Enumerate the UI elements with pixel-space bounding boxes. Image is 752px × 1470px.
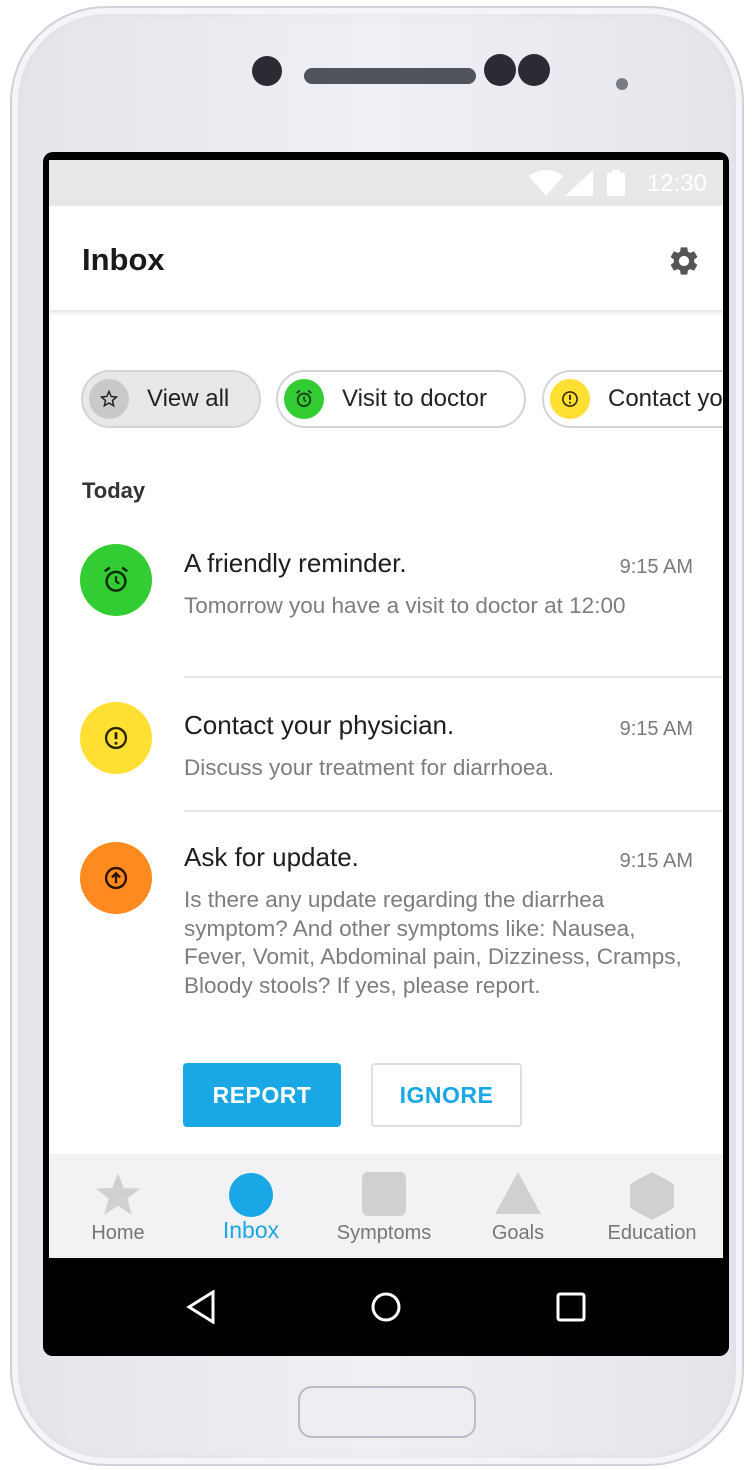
list-item[interactable]: Contact your physician. 9:15 AM Discuss … <box>49 700 723 810</box>
star-icon <box>89 379 129 419</box>
report-button[interactable]: REPORT <box>183 1063 341 1127</box>
message-body: Tomorrow you have a visit to doctor at 1… <box>184 593 626 618</box>
speaker-grille <box>304 68 476 84</box>
chip-visit-to-doctor[interactable]: Visit to doctor <box>276 370 526 428</box>
nav-label: Inbox <box>222 1217 280 1243</box>
message-body: Is there any update regarding the diarrh… <box>184 887 682 998</box>
app-viewport: 12:30 Inbox View all Visit to doctor Con… <box>49 160 723 1258</box>
hexagon-icon <box>630 1172 674 1220</box>
app-bar: Inbox <box>49 206 723 310</box>
back-icon[interactable] <box>185 1290 217 1324</box>
triangle-icon <box>495 1172 541 1214</box>
star-icon <box>96 1173 140 1215</box>
message-title: Ask for update. <box>184 842 359 872</box>
message-time: 9:15 AM <box>619 718 693 740</box>
nav-label: Symptoms <box>336 1222 432 1244</box>
chip-label: View all <box>147 385 230 412</box>
nav-label: Goals <box>491 1222 545 1244</box>
filter-chips: View all Visit to doctor Contact your ph… <box>49 370 723 430</box>
nav-goals[interactable]: Goals <box>451 1154 585 1258</box>
signal-icon <box>565 170 593 196</box>
square-icon <box>362 1172 406 1216</box>
sensor-dot-icon <box>518 54 550 86</box>
recents-icon[interactable] <box>556 1292 586 1322</box>
light-sensor-icon <box>616 78 628 90</box>
bottom-nav: Home Inbox Symptoms Goals Education <box>49 1154 723 1258</box>
nav-inbox[interactable]: Inbox <box>184 1154 318 1258</box>
nav-home[interactable]: Home <box>51 1154 185 1258</box>
nav-label: Education <box>607 1222 697 1244</box>
alarm-clock-icon <box>80 544 152 616</box>
exclamation-icon <box>550 379 590 419</box>
message-time: 9:15 AM <box>619 850 693 872</box>
battery-icon <box>607 170 625 196</box>
wifi-icon <box>529 170 563 196</box>
status-bar: 12:30 <box>49 160 723 206</box>
alarm-clock-icon <box>284 379 324 419</box>
system-nav-bar <box>43 1258 729 1356</box>
nav-symptoms[interactable]: Symptoms <box>317 1154 451 1258</box>
divider <box>184 676 723 678</box>
gear-icon[interactable] <box>667 244 701 278</box>
screen: 12:30 Inbox View all Visit to doctor Con… <box>43 152 729 1356</box>
circle-icon <box>229 1173 273 1217</box>
section-today: Today <box>82 478 146 503</box>
camera-dot-icon <box>252 56 282 86</box>
nav-label: Home <box>91 1222 145 1244</box>
arrow-up-icon <box>80 842 152 914</box>
chip-label: Visit to doctor <box>342 385 487 412</box>
chip-view-all[interactable]: View all <box>81 370 261 428</box>
page-title: Inbox <box>82 242 165 277</box>
sensor-dot-icon <box>484 54 516 86</box>
home-icon[interactable] <box>370 1291 402 1323</box>
chip-contact-physician[interactable]: Contact your physician <box>542 370 723 428</box>
exclamation-icon <box>80 702 152 774</box>
message-time: 9:15 AM <box>619 556 693 578</box>
message-title: A friendly reminder. <box>184 548 407 578</box>
ignore-button[interactable]: IGNORE <box>371 1063 522 1127</box>
hardware-home-button[interactable] <box>298 1386 476 1438</box>
divider <box>184 810 723 812</box>
nav-education[interactable]: Education <box>585 1154 719 1258</box>
status-time: 12:30 <box>646 170 707 197</box>
message-body: Discuss your treatment for diarrhoea. <box>184 755 555 780</box>
list-item[interactable]: A friendly reminder. 9:15 AM Tomorrow yo… <box>49 538 723 678</box>
message-title: Contact your physician. <box>184 710 455 740</box>
chip-label: Contact your physician <box>608 385 723 412</box>
